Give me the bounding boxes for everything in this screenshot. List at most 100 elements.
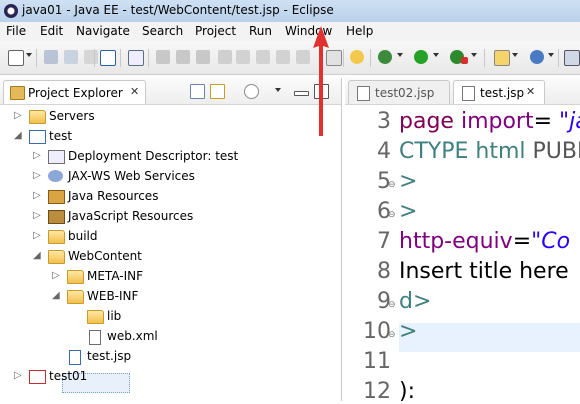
close-icon[interactable]: ✕ xyxy=(526,85,535,98)
tree-item-test01[interactable]: ▷ test01 xyxy=(0,366,330,386)
main-toolbar xyxy=(0,41,580,75)
view-filter-icon[interactable] xyxy=(244,84,259,99)
tree-item-java-resources[interactable]: ▷ Java Resources xyxy=(0,186,330,206)
external-tools-dropdown-icon[interactable] xyxy=(471,53,477,57)
code-line: > xyxy=(399,319,418,344)
fold-icon[interactable]: ⊖ xyxy=(388,330,396,340)
run-icon[interactable] xyxy=(414,50,428,64)
expand-arrow-icon[interactable]: ▷ xyxy=(33,190,41,201)
toolbar-separator xyxy=(343,49,344,67)
external-tools-badge-icon xyxy=(461,57,468,64)
tab-test02-jsp[interactable]: test02.jsp xyxy=(348,80,450,104)
tree-item-test-jsp[interactable]: test.jsp xyxy=(0,346,330,366)
jsp-file-icon xyxy=(462,86,475,101)
tab-test-jsp[interactable]: test.jsp ✕ xyxy=(453,80,545,104)
eclipse-icon xyxy=(4,4,18,18)
expand-arrow-icon[interactable]: ▷ xyxy=(14,370,22,381)
tree-item-label: JAX-WS Web Services xyxy=(68,169,195,183)
new-dropdown-icon[interactable] xyxy=(26,53,32,57)
xml-file-icon xyxy=(89,330,101,345)
new-web-service-icon[interactable] xyxy=(494,50,510,66)
open-console-icon[interactable] xyxy=(100,50,116,66)
tree-item-webcontent[interactable]: ◢ WebContent xyxy=(0,246,330,266)
menu-search[interactable]: Search xyxy=(142,24,183,38)
new-server-icon[interactable] xyxy=(530,50,544,64)
collapse-all-icon[interactable] xyxy=(190,84,205,99)
tree-item-web-inf[interactable]: ◢ WEB-INF xyxy=(0,286,330,306)
window-title: java01 - Java EE - test/WebContent/test.… xyxy=(22,3,334,17)
line-number: 10 xyxy=(363,319,391,344)
menu-edit[interactable]: Edit xyxy=(40,24,63,38)
menu-navigate[interactable]: Navigate xyxy=(76,24,130,38)
tree-item-label: web.xml xyxy=(107,329,158,343)
tree-item-label: test01 xyxy=(49,369,88,383)
collapse-arrow-icon[interactable]: ◢ xyxy=(14,130,22,141)
collapse-arrow-icon[interactable]: ◢ xyxy=(33,250,41,261)
expand-arrow-icon[interactable]: ▷ xyxy=(33,210,41,221)
toolbar-separator xyxy=(370,49,371,67)
code-line: ): xyxy=(399,379,415,401)
run-dropdown-icon[interactable] xyxy=(433,53,439,57)
menu-help[interactable]: Help xyxy=(346,24,373,38)
web-service-dropdown-icon[interactable] xyxy=(512,53,518,57)
tab-project-explorer[interactable]: Project Explorer ✕ xyxy=(3,80,146,104)
save-icon[interactable] xyxy=(44,50,58,64)
open-type-icon[interactable] xyxy=(350,50,364,64)
folder-icon xyxy=(87,310,104,324)
minimize-icon[interactable] xyxy=(294,91,309,96)
debug-dropdown-icon[interactable] xyxy=(397,53,403,57)
tree-item-servers[interactable]: ▷ Servers xyxy=(0,106,330,126)
save-all-icon[interactable] xyxy=(64,50,78,64)
folder-icon xyxy=(67,270,84,284)
tree-item-build[interactable]: ▷ build xyxy=(0,226,330,246)
view-menu-icon[interactable] xyxy=(275,88,281,92)
tree-item-lib[interactable]: lib xyxy=(0,306,330,326)
expand-arrow-icon[interactable]: ▷ xyxy=(52,270,60,281)
link-with-editor-icon[interactable] xyxy=(210,84,225,99)
tree-item-javascript-resources[interactable]: ▷ JavaScript Resources xyxy=(0,206,330,226)
tree-item-web-xml[interactable]: web.xml xyxy=(0,326,330,346)
print-icon[interactable] xyxy=(84,50,98,64)
toolbar-separator xyxy=(484,49,485,67)
tree-item-label: test.jsp xyxy=(87,349,132,363)
new-icon[interactable] xyxy=(8,50,24,66)
menu-project[interactable]: Project xyxy=(195,24,236,38)
tree-item-label: JavaScript Resources xyxy=(68,209,194,223)
toolbar-separator xyxy=(148,49,149,67)
project-error-icon xyxy=(29,370,46,384)
server-dropdown-icon[interactable] xyxy=(548,53,554,57)
toolbar-separator xyxy=(558,49,559,67)
tree-item-label: Java Resources xyxy=(68,189,159,203)
debug-icon[interactable] xyxy=(378,50,392,64)
code-text-area[interactable]: page import= "ja CTYPE html PUBL > > htt… xyxy=(399,105,580,401)
step-return-icon[interactable] xyxy=(276,50,290,64)
fold-icon[interactable]: ⊖ xyxy=(388,300,396,310)
fold-icon[interactable]: ⊖ xyxy=(388,180,396,190)
resume-icon[interactable] xyxy=(156,50,170,64)
tree-item-meta-inf[interactable]: ▷ META-INF xyxy=(0,266,330,286)
expand-arrow-icon[interactable]: ▷ xyxy=(33,150,41,161)
suspend-icon[interactable] xyxy=(176,50,190,64)
fold-icon[interactable]: ⊖ xyxy=(388,210,396,220)
tree-item-jax-ws[interactable]: ▷ JAX-WS Web Services xyxy=(0,166,330,186)
open-perspective-icon[interactable] xyxy=(564,50,580,66)
tab-label: Project Explorer xyxy=(28,86,123,100)
expand-arrow-icon[interactable]: ▷ xyxy=(33,170,41,181)
code-line: Insert title here xyxy=(399,259,569,284)
collapse-arrow-icon[interactable]: ◢ xyxy=(52,290,60,301)
expand-arrow-icon[interactable]: ▷ xyxy=(14,110,22,121)
tree-item-deployment-descriptor[interactable]: ▷ Deployment Descriptor: test xyxy=(0,146,330,166)
step-over-icon[interactable] xyxy=(256,50,270,64)
menu-file[interactable]: File xyxy=(6,24,26,38)
terminate-icon[interactable] xyxy=(196,50,210,64)
expand-arrow-icon[interactable]: ▷ xyxy=(33,230,41,241)
menu-run[interactable]: Run xyxy=(249,24,272,38)
drop-to-frame-icon[interactable] xyxy=(296,50,310,64)
red-arrow-shape xyxy=(313,26,329,136)
disconnect-icon[interactable] xyxy=(218,50,232,64)
skip-breakpoints-icon[interactable] xyxy=(128,50,144,66)
java-resources-icon xyxy=(48,190,65,204)
step-into-icon[interactable] xyxy=(236,50,250,64)
tree-item-test[interactable]: ◢ test xyxy=(0,126,330,146)
close-icon[interactable]: ✕ xyxy=(130,85,139,98)
